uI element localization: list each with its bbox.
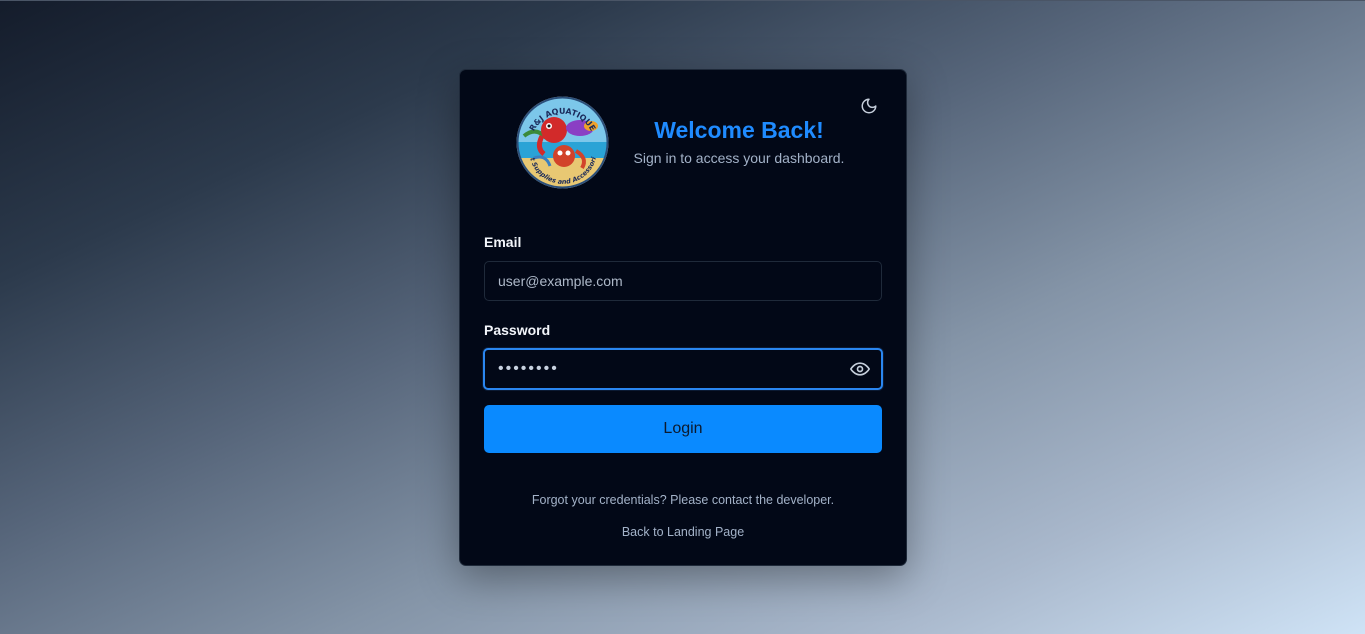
moon-icon [861,98,877,114]
password-label: Password [484,322,551,338]
login-card: R&J AQUATIQUE Pet Supplies and Accessori… [459,69,907,566]
eye-icon [850,362,870,376]
page-title: Welcome Back! [654,117,824,143]
page-subtitle: Sign in to access your dashboard. [633,150,845,166]
email-label: Email [484,234,522,250]
window-top-border [0,0,1365,1]
login-button[interactable]: Login [484,405,882,453]
back-to-landing-link[interactable]: Back to Landing Page [460,525,906,539]
brand-logo: R&J AQUATIQUE Pet Supplies and Accessori… [514,90,609,189]
forgot-credentials-text: Forgot your credentials? Please contact … [531,493,835,507]
password-field[interactable]: •••••••• [483,348,883,390]
theme-toggle-button[interactable] [858,95,880,117]
email-field[interactable]: user@example.com [484,261,882,301]
toggle-password-visibility-button[interactable] [849,360,871,378]
